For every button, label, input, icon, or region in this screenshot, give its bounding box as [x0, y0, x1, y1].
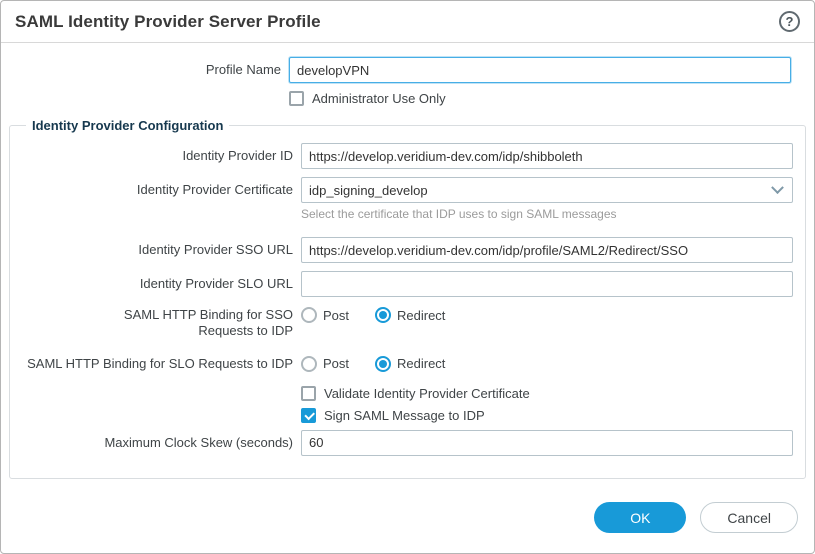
idp-slo-url-label: Identity Provider SLO URL — [22, 276, 301, 292]
sign-saml-row: Sign SAML Message to IDP — [22, 408, 793, 423]
radio-icon[interactable] — [301, 307, 317, 323]
idp-slo-url-row: Identity Provider SLO URL — [22, 271, 793, 297]
idp-certificate-label: Identity Provider Certificate — [22, 182, 301, 198]
checkbox-icon[interactable] — [301, 386, 316, 401]
dialog-footer: OK Cancel — [594, 502, 798, 533]
sso-binding-row: SAML HTTP Binding for SSO Requests to ID… — [22, 307, 793, 340]
dialog-titlebar: SAML Identity Provider Server Profile ? — [1, 1, 814, 43]
radio-icon[interactable] — [375, 307, 391, 323]
sso-binding-post-label: Post — [323, 308, 349, 323]
idp-sso-url-input[interactable] — [301, 237, 793, 263]
admin-use-only-checkbox[interactable]: Administrator Use Only — [289, 91, 446, 106]
idp-certificate-value: idp_signing_develop — [309, 183, 428, 198]
idp-configuration-legend: Identity Provider Configuration — [26, 118, 229, 133]
slo-binding-redirect-radio[interactable]: Redirect — [375, 356, 445, 372]
idp-slo-url-input[interactable] — [301, 271, 793, 297]
idp-configuration-group: Identity Provider Configuration Identity… — [9, 118, 806, 479]
slo-binding-post-radio[interactable]: Post — [301, 356, 349, 372]
idp-certificate-helper-text: Select the certificate that IDP uses to … — [301, 207, 617, 221]
profile-name-label: Profile Name — [1, 62, 289, 78]
sso-binding-redirect-radio[interactable]: Redirect — [375, 307, 445, 323]
validate-cert-label: Validate Identity Provider Certificate — [324, 386, 530, 401]
validate-cert-row: Validate Identity Provider Certificate — [22, 386, 793, 401]
saml-idp-form: Profile Name Administrator Use Only Iden… — [1, 43, 814, 479]
idp-id-input[interactable] — [301, 143, 793, 169]
profile-name-input[interactable] — [289, 57, 791, 83]
idp-certificate-select[interactable]: idp_signing_develop — [301, 177, 793, 203]
slo-binding-redirect-label: Redirect — [397, 356, 445, 371]
admin-use-only-row: Administrator Use Only — [1, 91, 806, 106]
cancel-button[interactable]: Cancel — [700, 502, 798, 533]
ok-button[interactable]: OK — [594, 502, 686, 533]
sign-saml-label: Sign SAML Message to IDP — [324, 408, 485, 423]
slo-binding-post-label: Post — [323, 356, 349, 371]
slo-binding-label: SAML HTTP Binding for SLO Requests to ID… — [22, 356, 301, 372]
radio-icon[interactable] — [375, 356, 391, 372]
idp-sso-url-row: Identity Provider SSO URL — [22, 237, 793, 263]
clock-skew-input[interactable] — [301, 430, 793, 456]
idp-certificate-row: Identity Provider Certificate idp_signin… — [22, 177, 793, 203]
idp-sso-url-label: Identity Provider SSO URL — [22, 242, 301, 258]
sso-binding-redirect-label: Redirect — [397, 308, 445, 323]
profile-name-row: Profile Name — [1, 57, 806, 83]
idp-id-label: Identity Provider ID — [22, 148, 301, 164]
help-icon[interactable]: ? — [779, 11, 800, 32]
admin-use-only-label: Administrator Use Only — [312, 91, 446, 106]
sso-binding-label: SAML HTTP Binding for SSO Requests to ID… — [22, 307, 301, 340]
chevron-down-icon — [771, 181, 784, 194]
clock-skew-label: Maximum Clock Skew (seconds) — [22, 435, 301, 451]
clock-skew-row: Maximum Clock Skew (seconds) — [22, 430, 793, 456]
radio-icon[interactable] — [301, 356, 317, 372]
checkbox-icon[interactable] — [301, 408, 316, 423]
sign-saml-checkbox[interactable]: Sign SAML Message to IDP — [301, 408, 485, 423]
saml-idp-server-profile-dialog: SAML Identity Provider Server Profile ? … — [0, 0, 815, 554]
checkbox-icon[interactable] — [289, 91, 304, 106]
idp-id-row: Identity Provider ID — [22, 143, 793, 169]
slo-binding-row: SAML HTTP Binding for SLO Requests to ID… — [22, 356, 793, 372]
dialog-title: SAML Identity Provider Server Profile — [15, 12, 321, 32]
sso-binding-post-radio[interactable]: Post — [301, 307, 349, 323]
validate-cert-checkbox[interactable]: Validate Identity Provider Certificate — [301, 386, 530, 401]
idp-certificate-helper-row: Select the certificate that IDP uses to … — [22, 207, 793, 221]
